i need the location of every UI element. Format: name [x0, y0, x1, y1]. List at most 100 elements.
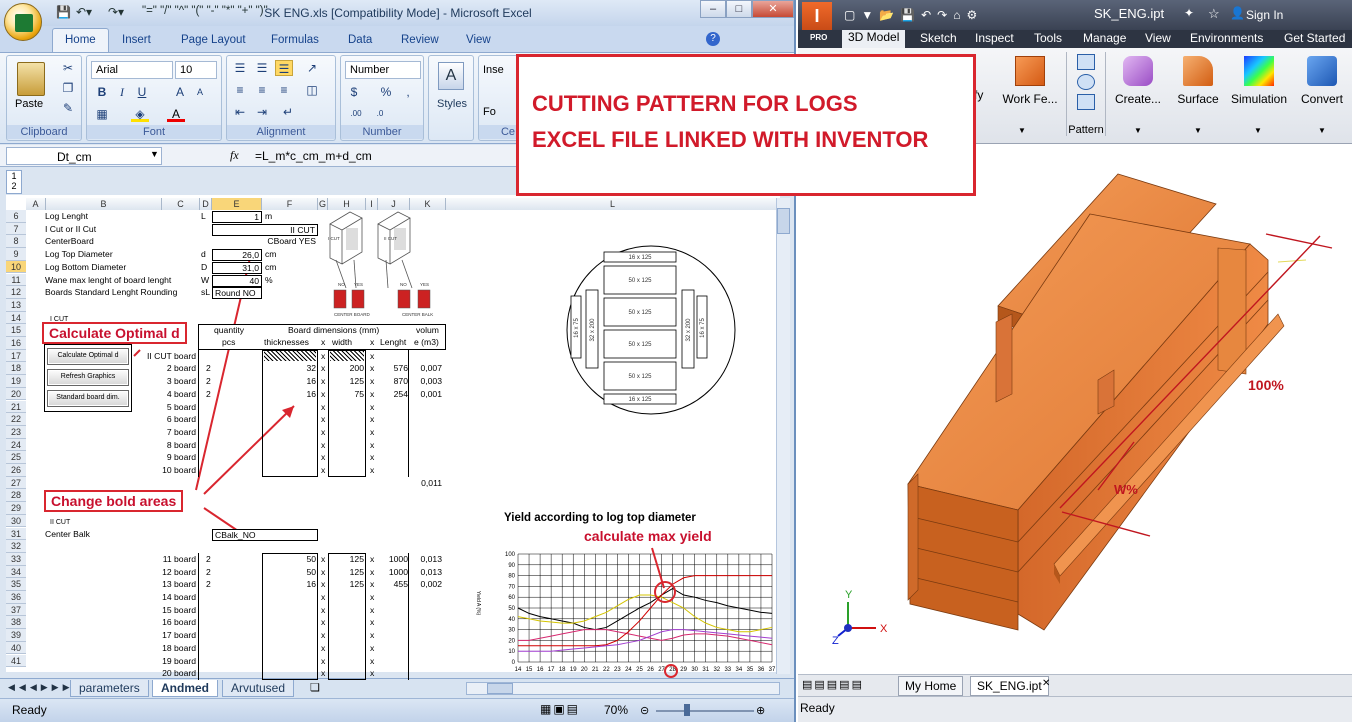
row-header[interactable]: 19	[6, 375, 26, 388]
row-header[interactable]: 8	[6, 235, 26, 249]
qat-custom-buttons[interactable]: "=" "/" "^" "(" "-" "*" "+" ")"	[142, 5, 268, 17]
inv-tab-manage[interactable]: Manage	[1083, 31, 1126, 45]
col-header-j[interactable]: J	[378, 198, 410, 210]
board-thickness[interactable]: 16	[262, 376, 316, 387]
row-header[interactable]: 7	[6, 222, 26, 236]
zoom-level[interactable]: 70%	[604, 703, 628, 717]
view-triad[interactable]: Y X Z	[832, 589, 888, 647]
maximize-button[interactable]: □	[726, 0, 752, 18]
row-header[interactable]: 29	[6, 502, 26, 515]
inv-tab-inspect[interactable]: Inspect	[975, 31, 1014, 45]
zoom-in-icon[interactable]: ⊕	[756, 704, 765, 717]
row-header[interactable]: 11	[6, 273, 26, 287]
row-header[interactable]: 13	[6, 298, 26, 312]
row-header[interactable]: 38	[6, 616, 26, 630]
sheet-tab-andmed[interactable]: Andmed	[152, 680, 218, 697]
row-header[interactable]: 35	[6, 578, 26, 591]
row-header[interactable]: 40	[6, 641, 26, 655]
copy-icon[interactable]: ❐	[59, 80, 77, 96]
board-width[interactable]: 75	[328, 389, 364, 400]
format-painter-icon[interactable]: ✎	[59, 100, 77, 116]
orientation-icon[interactable]: ↗	[303, 60, 321, 76]
row-header[interactable]: 12	[6, 286, 26, 299]
zoom-out-icon[interactable]: ⊝	[640, 704, 649, 717]
tab-formulas[interactable]: Formulas	[271, 34, 319, 46]
borders-icon[interactable]: ▦	[93, 106, 111, 122]
formula-input[interactable]: =L_m*c_cm_m+d_cm	[255, 149, 372, 163]
favorites-icon[interactable]: ☆	[1208, 6, 1220, 22]
col-header-c[interactable]: C	[162, 198, 200, 210]
decrease-decimal-icon[interactable]: .0	[371, 106, 389, 122]
row-header[interactable]: 41	[6, 654, 26, 668]
row-header[interactable]: 18	[6, 362, 26, 376]
mirror-icon[interactable]	[1077, 94, 1095, 110]
row-header[interactable]: 33	[6, 552, 26, 566]
inv-tab-view[interactable]: View	[1145, 31, 1171, 45]
font-size-select[interactable]: 10	[175, 61, 217, 79]
number-format-select[interactable]: Number	[345, 61, 421, 79]
col-header-a[interactable]: A	[26, 198, 46, 210]
param-value[interactable]: 40	[212, 274, 262, 287]
model-viewport[interactable]: 100% W% Y X Z	[798, 144, 1352, 672]
office-button[interactable]	[4, 3, 42, 41]
center-balk-value[interactable]: CBalk_NO	[212, 528, 318, 541]
tab-data[interactable]: Data	[348, 34, 372, 46]
minimize-button[interactable]: –	[700, 0, 726, 18]
styles-icon[interactable]: A	[438, 62, 464, 90]
row-header[interactable]: 16	[6, 337, 26, 350]
sheet-tab-parameters[interactable]: parameters	[70, 680, 149, 697]
fx-icon[interactable]: fx	[230, 148, 239, 163]
inv-tab-get-started[interactable]: Get Started	[1284, 31, 1345, 45]
bold-icon[interactable]: B	[93, 84, 111, 100]
doc-tab-sk-eng[interactable]: SK_ENG.ipt	[970, 676, 1049, 696]
row-header[interactable]: 36	[6, 591, 26, 604]
create-freeform-button[interactable]: Create...	[1110, 52, 1166, 106]
format-cells-button[interactable]: Fo	[483, 106, 496, 118]
inv-tab-3d-model[interactable]: 3D Model	[842, 30, 906, 48]
zoom-slider[interactable]	[656, 710, 754, 712]
name-box-dropdown-icon[interactable]: ▼	[150, 149, 159, 159]
align-middle-icon[interactable]: ☰	[253, 60, 271, 76]
board-thickness[interactable]: 32	[262, 363, 316, 374]
scrollbar-thumb[interactable]	[777, 208, 790, 234]
row-header[interactable]: 17	[6, 349, 26, 363]
increase-decimal-icon[interactable]: .00	[347, 106, 365, 122]
row-header[interactable]: 32	[6, 540, 26, 553]
percent-icon[interactable]: %	[377, 84, 395, 100]
row-header[interactable]: 24	[6, 438, 26, 452]
row-header[interactable]: 30	[6, 514, 26, 528]
standard-board-button[interactable]: Standard board dim.	[47, 390, 129, 407]
layout-icons[interactable]: ▤▤▤▤▤	[802, 678, 864, 691]
row-header[interactable]: 20	[6, 387, 26, 401]
doc-tab-close-icon[interactable]: ✕	[1042, 678, 1050, 689]
outline-level-buttons[interactable]: 12	[6, 170, 22, 194]
convert-button[interactable]: Convert	[1294, 52, 1350, 106]
row-header[interactable]: 14	[6, 311, 26, 325]
styles-button[interactable]: Styles	[437, 98, 467, 110]
row-header[interactable]: 37	[6, 603, 26, 617]
user-icon[interactable]: 👤	[1230, 6, 1245, 20]
work-features-button[interactable]: Work Fe...	[1000, 52, 1060, 106]
col-header-l[interactable]: L	[446, 198, 780, 210]
row-header[interactable]: 27	[6, 476, 26, 490]
surface-button[interactable]: Surface	[1170, 52, 1226, 106]
grow-font-icon[interactable]: A	[171, 84, 189, 100]
underline-icon[interactable]: U	[133, 84, 151, 100]
param-value[interactable]: Round NO	[212, 287, 262, 300]
sheet-nav-icons[interactable]: ◀◀◀▶▶▶	[8, 682, 74, 693]
param-value[interactable]: 1	[212, 211, 262, 223]
board-thickness[interactable]: 50	[262, 567, 316, 578]
tab-home[interactable]: Home	[52, 28, 109, 52]
tab-view[interactable]: View	[466, 34, 491, 46]
horizontal-scrollbar[interactable]	[466, 682, 780, 695]
col-header-k[interactable]: K	[410, 198, 446, 210]
view-buttons[interactable]: ▦▣▤	[540, 702, 580, 716]
paste-button[interactable]: Paste	[15, 98, 43, 110]
row-header[interactable]: 34	[6, 565, 26, 579]
circ-pattern-icon[interactable]	[1077, 74, 1095, 90]
param-value[interactable]: 26,0	[212, 249, 262, 262]
row-header[interactable]: 10	[6, 260, 26, 274]
create-dropdown-icon[interactable]: ▼	[1134, 126, 1142, 135]
rect-pattern-icon[interactable]	[1077, 54, 1095, 70]
qat-undo-icon[interactable]: ↶▾	[76, 5, 92, 19]
